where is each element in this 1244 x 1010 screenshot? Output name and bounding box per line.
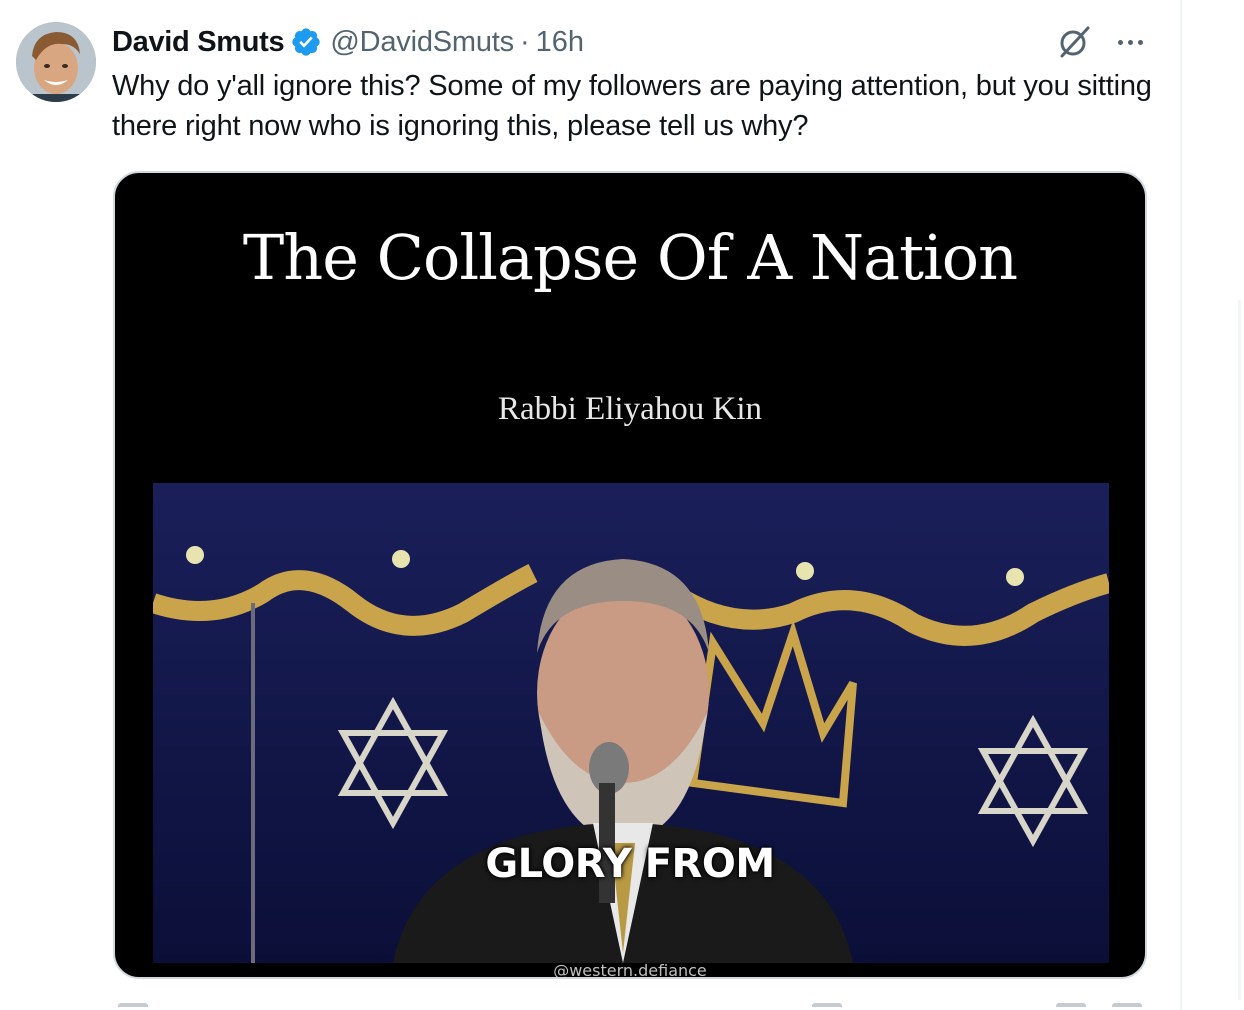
author-name[interactable]: David Smuts — [112, 26, 285, 59]
share-icon[interactable] — [1112, 1003, 1142, 1007]
bookmark-icon[interactable] — [1056, 1003, 1086, 1007]
tweet-text: Why do y'all ignore this? Some of my fol… — [112, 70, 1152, 142]
more-dot — [1127, 39, 1133, 45]
video-watermark: @western.defiance — [553, 961, 707, 979]
separator-dot: · — [519, 25, 530, 58]
video-frame — [153, 483, 1109, 963]
action-bar — [112, 1003, 1152, 1010]
video-caption: GLORY FROM — [485, 841, 775, 887]
tweet-header: David Smuts @DavidSmuts · 16h — [112, 22, 584, 62]
scrollbar[interactable] — [1238, 300, 1241, 1000]
author-handle[interactable]: @DavidSmuts — [330, 26, 514, 59]
reply-icon[interactable] — [118, 1003, 148, 1007]
more-icon[interactable] — [1110, 28, 1150, 56]
more-dot — [1137, 39, 1143, 45]
timestamp[interactable]: 16h — [536, 26, 584, 59]
avatar[interactable] — [16, 22, 96, 102]
views-icon[interactable] — [812, 1003, 842, 1007]
verified-badge-icon[interactable] — [290, 26, 322, 58]
timeline-border — [1180, 0, 1182, 1010]
tweet[interactable]: David Smuts @DavidSmuts · 16h Why do y'a… — [0, 0, 1182, 1010]
grok-icon[interactable] — [1054, 22, 1094, 62]
video-player[interactable]: The Collapse Of A Nation Rabbi Eliyahou … — [113, 171, 1147, 979]
more-dot — [1117, 39, 1123, 45]
video-subtitle: Rabbi Eliyahou Kin — [498, 391, 762, 427]
video-title: The Collapse Of A Nation — [242, 221, 1018, 294]
